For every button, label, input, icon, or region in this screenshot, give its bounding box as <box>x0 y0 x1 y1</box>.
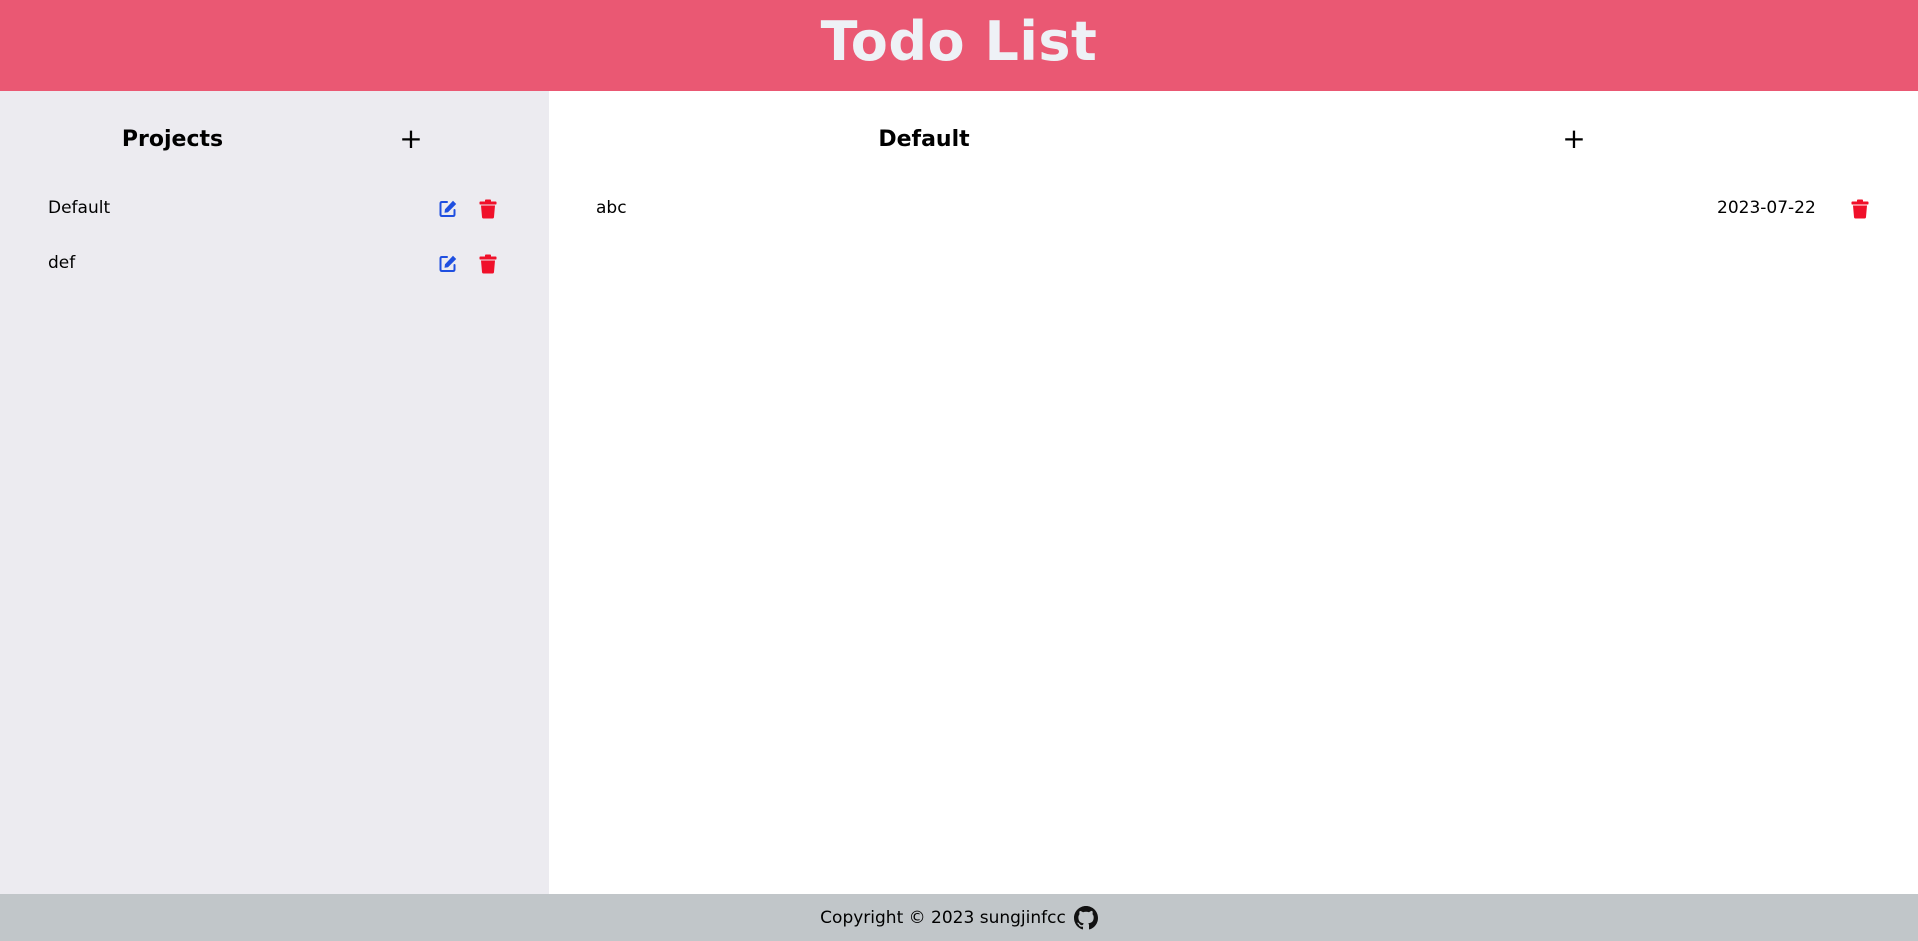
todo-due-date: 2023-07-22 <box>1717 198 1816 218</box>
projects-header: Projects + <box>0 91 549 189</box>
project-name: def <box>48 253 76 273</box>
current-project-title: Default <box>878 127 970 152</box>
trash-icon[interactable] <box>477 198 499 220</box>
todo-title: abc <box>596 198 627 218</box>
project-item[interactable]: Default <box>0 189 549 229</box>
app-footer: Copyright © 2023 sungjinfcc <box>0 894 1918 941</box>
project-item[interactable]: def <box>0 244 549 284</box>
todo-panel: Default + abc 2023-07-22 <box>549 91 1918 894</box>
app: Todo List Projects + Default def Default… <box>0 0 1918 941</box>
app-title: Todo List <box>820 9 1098 73</box>
trash-icon[interactable] <box>477 253 499 275</box>
add-project-button[interactable]: + <box>397 125 425 154</box>
projects-title: Projects <box>121 127 224 152</box>
add-todo-button[interactable]: + <box>1560 125 1588 154</box>
project-name: Default <box>48 198 111 218</box>
projects-sidebar: Projects + Default def <box>0 91 549 894</box>
copyright-text: Copyright © 2023 sungjinfcc <box>820 907 1066 928</box>
todo-item[interactable]: abc 2023-07-22 <box>549 189 1918 229</box>
trash-icon[interactable] <box>1849 198 1871 220</box>
edit-icon[interactable] <box>437 253 459 275</box>
github-icon[interactable] <box>1073 905 1098 930</box>
app-header: Todo List <box>0 0 1918 91</box>
edit-icon[interactable] <box>437 198 459 220</box>
